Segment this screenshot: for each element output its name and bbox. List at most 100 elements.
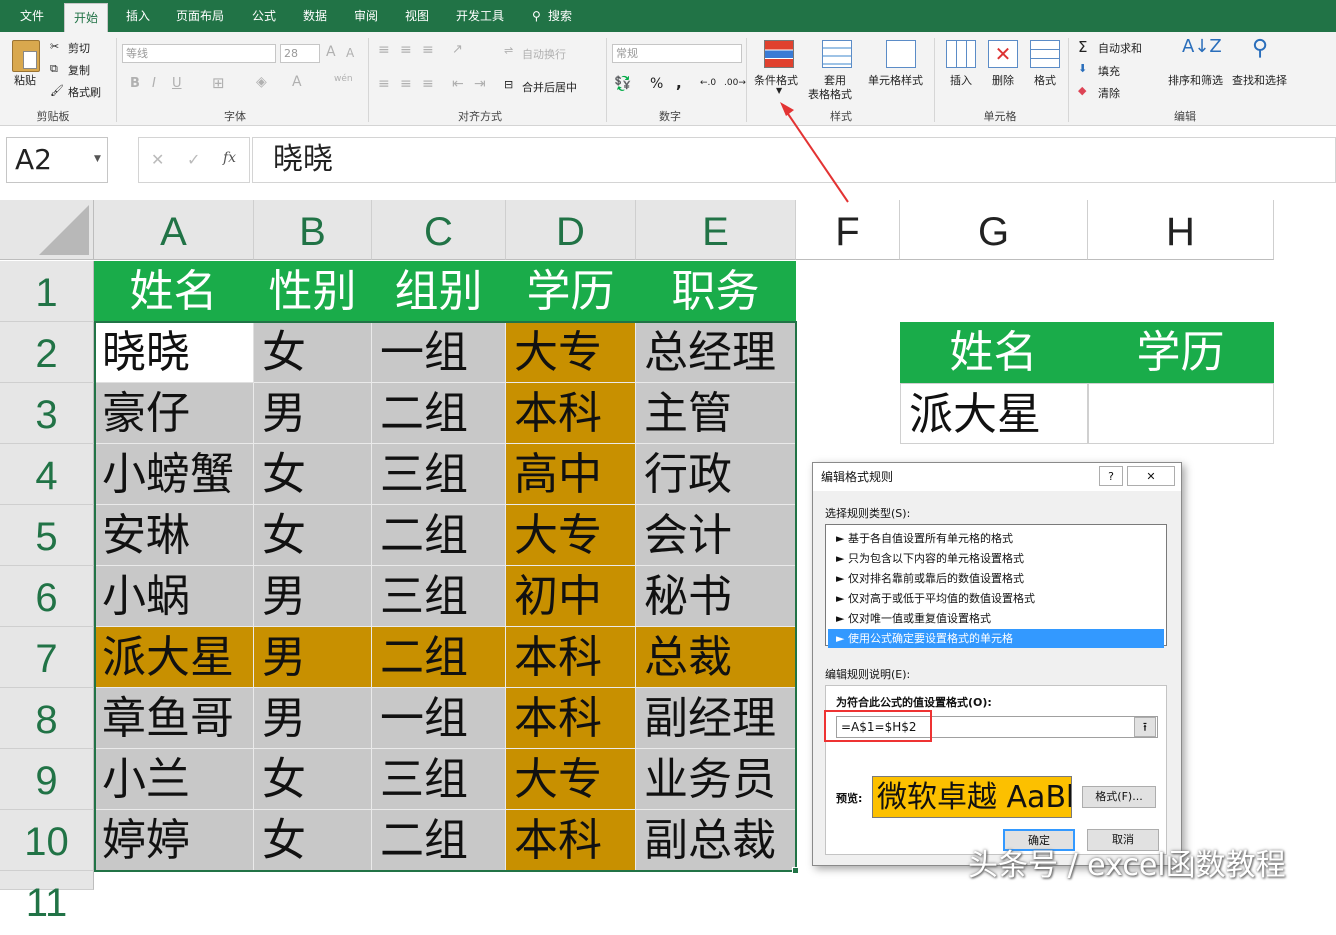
highlighted-cell[interactable]: 总裁 xyxy=(636,627,796,688)
table-header-cell[interactable]: 性别 xyxy=(254,261,372,322)
font-size-combo[interactable]: 28 xyxy=(280,44,320,63)
column-header-h[interactable]: H xyxy=(1088,200,1274,260)
table-cell[interactable]: 一组 xyxy=(372,688,506,749)
list-item[interactable]: ► 仅对高于或低于平均值的数值设置格式 xyxy=(828,589,1164,608)
table-cell[interactable]: 大专 xyxy=(506,505,636,566)
table-cell[interactable]: 业务员 xyxy=(636,749,796,810)
table-cell[interactable]: 章鱼哥 xyxy=(94,688,254,749)
cancel-icon[interactable]: ✕ xyxy=(151,150,164,169)
chevron-down-icon[interactable]: ▼ xyxy=(94,154,101,164)
table-cell[interactable]: 总经理 xyxy=(636,322,796,383)
copy-button[interactable]: 复制 xyxy=(68,62,90,78)
format-button[interactable]: 格式 xyxy=(1034,72,1056,88)
row-header-5[interactable]: 5 xyxy=(0,505,94,566)
list-item-selected[interactable]: ► 使用公式确定要设置格式的单元格 xyxy=(828,629,1164,648)
table-cell[interactable]: 男 xyxy=(254,383,372,444)
table-cell[interactable]: 小兰 xyxy=(94,749,254,810)
wrap-text-button[interactable]: 自动换行 xyxy=(522,46,566,62)
tab-review[interactable]: 审阅 xyxy=(354,6,378,26)
lookup-name-cell[interactable]: 派大星 xyxy=(900,383,1088,444)
decrease-indent-icon[interactable]: ⇤ xyxy=(452,76,464,92)
column-header-c[interactable]: C xyxy=(372,200,506,260)
highlighted-cell[interactable]: 派大星 xyxy=(94,627,254,688)
font-name-combo[interactable]: 等线 xyxy=(122,44,276,63)
fx-icon[interactable]: fx xyxy=(223,150,236,166)
sort-filter-button[interactable]: 排序和筛选 xyxy=(1168,72,1223,88)
tab-formulas[interactable]: 公式 xyxy=(252,6,276,26)
wrap-text-icon[interactable]: ⇌ xyxy=(504,44,513,57)
column-header-a[interactable]: A xyxy=(94,200,254,260)
table-cell[interactable]: 豪仔 xyxy=(94,383,254,444)
orientation-icon[interactable]: ↗ xyxy=(452,42,463,57)
borders-icon[interactable]: ⊞ xyxy=(212,74,225,92)
find-select-button[interactable]: 查找和选择 xyxy=(1232,72,1287,88)
table-cell[interactable]: 一组 xyxy=(372,322,506,383)
row-header-4[interactable]: 4 xyxy=(0,444,94,505)
table-cell[interactable]: 本科 xyxy=(506,383,636,444)
row-header-3[interactable]: 3 xyxy=(0,383,94,444)
row-header-7[interactable]: 7 xyxy=(0,627,94,688)
sort-filter-icon[interactable]: A↓Z xyxy=(1182,36,1222,57)
lookup-header-education[interactable]: 学历 xyxy=(1088,322,1274,383)
active-cell[interactable]: 晓晓 xyxy=(94,322,254,383)
row-header-9[interactable]: 9 xyxy=(0,749,94,810)
table-header-cell[interactable]: 职务 xyxy=(636,261,796,322)
tab-developer[interactable]: 开发工具 xyxy=(456,6,504,26)
table-cell[interactable]: 行政 xyxy=(636,444,796,505)
align-center-icon[interactable]: ≡ xyxy=(400,76,412,92)
lookup-header-name[interactable]: 姓名 xyxy=(900,322,1088,383)
cut-button[interactable]: 剪切 xyxy=(68,40,90,56)
phonetic-icon[interactable]: wén xyxy=(334,74,353,84)
row-header-2[interactable]: 2 xyxy=(0,322,94,383)
table-header-cell[interactable]: 学历 xyxy=(506,261,636,322)
align-bottom-icon[interactable]: ≡ xyxy=(422,42,434,58)
table-cell[interactable]: 主管 xyxy=(636,383,796,444)
fill-down-icon[interactable]: ⬇ xyxy=(1078,62,1087,75)
increase-indent-icon[interactable]: ⇥ xyxy=(474,76,486,92)
table-cell[interactable]: 二组 xyxy=(372,810,506,871)
tab-view[interactable]: 视图 xyxy=(405,6,429,26)
grow-font-icon[interactable]: A xyxy=(326,44,336,60)
table-cell[interactable]: 安琳 xyxy=(94,505,254,566)
name-box[interactable]: A2 xyxy=(6,137,108,183)
underline-icon[interactable]: U xyxy=(172,76,182,91)
format-button[interactable]: 格式(F)... xyxy=(1082,786,1156,808)
table-cell[interactable]: 高中 xyxy=(506,444,636,505)
font-color-icon[interactable]: A xyxy=(292,74,302,90)
table-cell[interactable]: 小螃蟹 xyxy=(94,444,254,505)
comma-button[interactable]: , xyxy=(676,74,682,92)
tab-insert[interactable]: 插入 xyxy=(126,6,150,26)
italic-icon[interactable]: I xyxy=(152,76,156,91)
table-cell[interactable]: 本科 xyxy=(506,810,636,871)
table-header-cell[interactable]: 姓名 xyxy=(94,261,254,322)
copy-icon[interactable]: ⧉ xyxy=(50,62,58,76)
lookup-result-cell[interactable] xyxy=(1088,383,1274,444)
table-cell[interactable]: 大专 xyxy=(506,749,636,810)
column-header-b[interactable]: B xyxy=(254,200,372,260)
format-cells-icon[interactable] xyxy=(1030,40,1060,68)
insert-button[interactable]: 插入 xyxy=(950,72,972,88)
highlighted-cell[interactable]: 二组 xyxy=(372,627,506,688)
fill-color-icon[interactable]: ◈ xyxy=(256,74,267,90)
row-header-8[interactable]: 8 xyxy=(0,688,94,749)
conditional-format-icon[interactable] xyxy=(764,40,794,68)
enter-icon[interactable]: ✓ xyxy=(187,150,200,169)
bold-icon[interactable]: B xyxy=(130,76,140,91)
autosum-button[interactable]: 自动求和 xyxy=(1098,40,1142,56)
table-cell[interactable]: 女 xyxy=(254,444,372,505)
currency-icon[interactable]: 💱 xyxy=(614,76,631,92)
list-item[interactable]: ► 基于各自值设置所有单元格的格式 xyxy=(828,529,1164,548)
tab-page-layout[interactable]: 页面布局 xyxy=(176,6,224,26)
table-cell[interactable]: 三组 xyxy=(372,749,506,810)
fill-button[interactable]: 填充 xyxy=(1098,63,1120,79)
list-item[interactable]: ► 仅对唯一值或重复值设置格式 xyxy=(828,609,1164,628)
percent-button[interactable]: % xyxy=(650,76,663,92)
find-icon[interactable]: ⚲ xyxy=(1252,36,1268,61)
table-cell[interactable]: 女 xyxy=(254,322,372,383)
column-header-g[interactable]: G xyxy=(900,200,1088,260)
scissors-icon[interactable]: ✂ xyxy=(50,40,59,53)
select-all-corner[interactable] xyxy=(0,200,94,260)
insert-cells-icon[interactable] xyxy=(946,40,976,68)
table-cell[interactable]: 女 xyxy=(254,749,372,810)
table-cell[interactable]: 大专 xyxy=(506,322,636,383)
